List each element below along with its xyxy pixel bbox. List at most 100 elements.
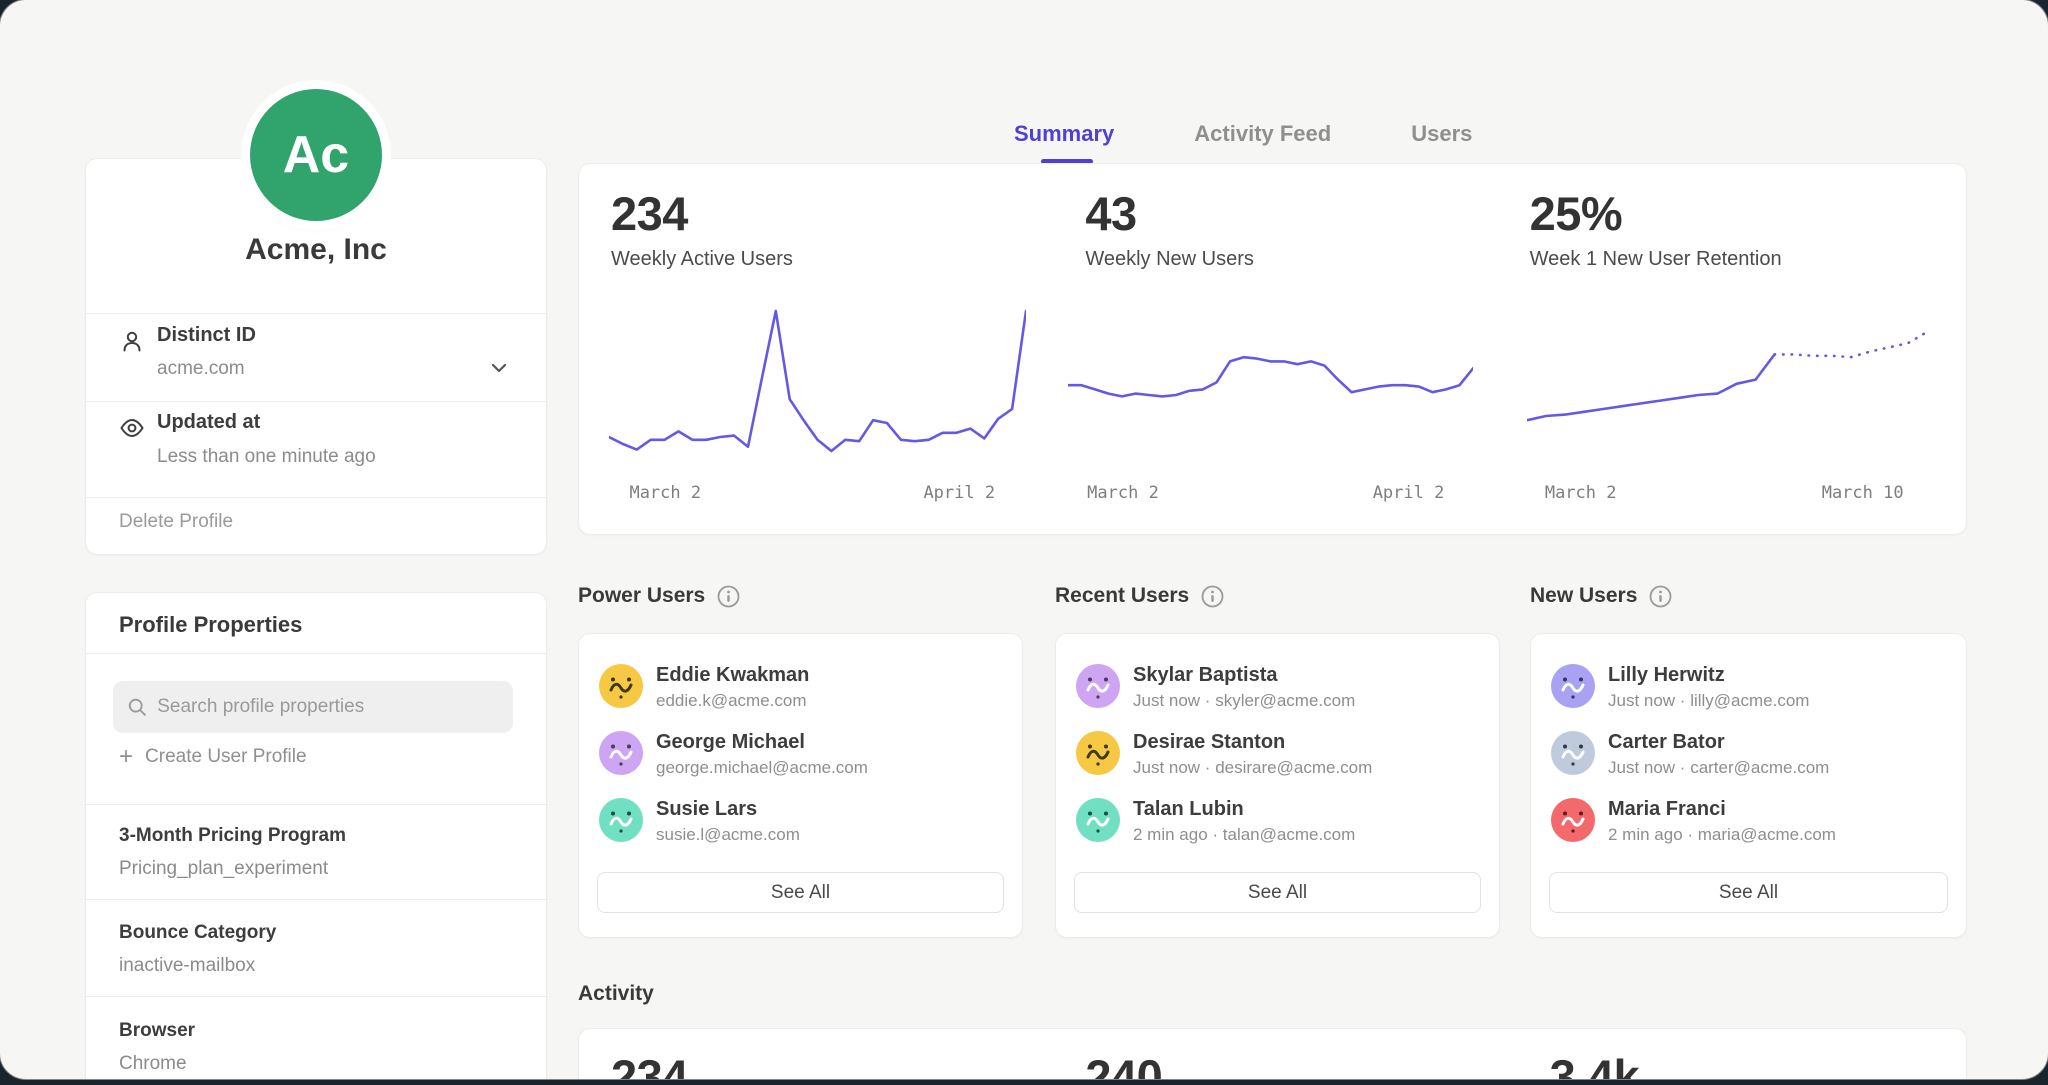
recent-users-card: Skylar Baptista Just now · skyler@acme.co… [1055, 633, 1500, 938]
field-label: Distinct ID [157, 324, 256, 347]
stat-week1-retention: 25% Week 1 New User Retention March 2 Ma… [1510, 164, 1966, 534]
x-axis-tick: April 2 [923, 483, 995, 503]
property-name: 3-Month Pricing Program [119, 825, 346, 847]
activity-stat: 3.4k [1510, 1029, 1966, 1079]
user-name: Carter Bator [1608, 731, 1725, 754]
activity-stats-card: 234 240 3.4k [578, 1028, 1967, 1079]
x-axis-tick: April 2 [1373, 483, 1445, 503]
x-axis-tick: March 2 [629, 483, 701, 503]
user-list-item[interactable]: George Michael george.michael@acme.com [599, 731, 1002, 779]
section-title: Recent Users [1055, 584, 1189, 608]
section-title: New Users [1530, 584, 1637, 608]
user-avatar [1076, 731, 1120, 775]
stat-value: 234 [611, 1049, 688, 1079]
activity-heading: Activity [578, 982, 654, 1006]
divider [86, 497, 546, 498]
user-avatar [1551, 664, 1595, 708]
stat-label: Weekly Active Users [611, 248, 793, 271]
chevron-down-icon[interactable] [488, 357, 510, 379]
user-list-item[interactable]: Susie Lars susie.l@acme.com [599, 798, 1002, 846]
user-name: Desirae Stanton [1133, 731, 1285, 754]
company-avatar: Ac [250, 89, 382, 221]
user-meta: Just now · desirare@acme.com [1133, 758, 1372, 778]
user-list-item[interactable]: Maria Franci 2 min ago · maria@acme.com [1551, 798, 1946, 846]
summary-stats-card: 234 Weekly Active Users March 2 April 2 … [578, 163, 1967, 535]
user-avatar [599, 664, 643, 708]
divider [86, 996, 546, 997]
week1-retention-chart: March 2 March 10 [1527, 306, 1927, 505]
property-name: Bounce Category [119, 922, 276, 944]
dashboard-frame: Ac Acme, Inc Distinct ID acme.com Update… [0, 0, 2048, 1079]
info-icon[interactable] [1201, 585, 1224, 608]
person-icon [119, 329, 145, 355]
activity-stat: 240 [1047, 1029, 1509, 1079]
user-avatar [1551, 731, 1595, 775]
eye-icon [119, 415, 145, 441]
weekly-active-users-chart: March 2 April 2 [609, 306, 1026, 505]
stat-value: 3.4k [1550, 1049, 1639, 1079]
user-avatar [599, 731, 643, 775]
tab-users[interactable]: Users [1411, 121, 1472, 147]
search-icon [127, 696, 147, 718]
user-meta: eddie.k@acme.com [656, 691, 807, 711]
user-list-item[interactable]: Talan Lubin2 min ago · talan@acme.com [1076, 798, 1479, 846]
x-axis-tick: March 2 [1545, 483, 1617, 503]
see-all-button[interactable]: See All [1074, 872, 1481, 913]
stat-value: 234 [611, 186, 688, 241]
new-users-heading: New Users [1530, 584, 1672, 608]
main-tabs: Summary Activity Feed Users [1014, 121, 1472, 147]
see-all-button[interactable]: See All [1549, 872, 1948, 913]
new-users-card: Lilly HerwitzJust now · lilly@acme.com Ca… [1530, 633, 1967, 938]
plus-icon: + [119, 745, 133, 769]
user-meta: 2 min ago · maria@acme.com [1608, 825, 1836, 845]
user-name: Lilly Herwitz [1608, 664, 1725, 687]
line-chart [1527, 306, 1927, 456]
divider [86, 804, 546, 805]
recent-users-heading: Recent Users [1055, 584, 1224, 608]
profile-properties-card: Profile Properties + Create User Profile… [85, 592, 547, 1079]
user-name: Maria Franci [1608, 798, 1726, 821]
stat-weekly-active-users: 234 Weekly Active Users March 2 April 2 [579, 164, 1047, 534]
create-user-profile-button[interactable]: + Create User Profile [119, 745, 307, 769]
company-name: Acme, Inc [86, 233, 546, 267]
stat-label: Weekly New Users [1085, 248, 1254, 271]
stat-label: Week 1 New User Retention [1530, 248, 1782, 271]
user-avatar [1076, 798, 1120, 842]
user-list-item[interactable]: Desirae Stanton Just now · desirare@acme.… [1076, 731, 1479, 779]
divider [86, 313, 546, 314]
user-meta: Just now · carter@acme.com [1608, 758, 1829, 778]
user-avatar [1076, 664, 1120, 708]
property-value: Pricing_plan_experiment [119, 858, 328, 880]
section-title: Power Users [578, 584, 705, 608]
activity-stat: 234 [579, 1029, 1047, 1079]
user-name: George Michael [656, 731, 805, 754]
user-list-item[interactable]: Eddie Kwakmaneddie.k@acme.com [599, 664, 1002, 712]
tab-activity-feed[interactable]: Activity Feed [1194, 121, 1331, 147]
user-name: Skylar Baptista [1133, 664, 1278, 687]
user-avatar [1551, 798, 1595, 842]
search-input[interactable] [157, 696, 499, 718]
property-name: Browser [119, 1020, 195, 1042]
user-meta: Just now · skyler@acme.com [1133, 691, 1355, 711]
divider [86, 401, 546, 402]
user-list-item[interactable]: Carter Bator Just now · carter@acme.com [1551, 731, 1946, 779]
stat-value: 25% [1530, 186, 1623, 241]
user-meta: susie.l@acme.com [656, 825, 800, 845]
tab-summary[interactable]: Summary [1014, 121, 1114, 147]
weekly-new-users-chart: March 2 April 2 [1068, 306, 1473, 505]
user-list-item[interactable]: Skylar Baptista Just now · skyler@acme.co… [1076, 664, 1479, 712]
x-axis-tick: March 2 [1087, 483, 1159, 503]
info-icon[interactable] [717, 585, 740, 608]
user-meta: george.michael@acme.com [656, 758, 868, 778]
see-all-button[interactable]: See All [597, 872, 1004, 913]
profile-properties-search[interactable] [113, 681, 513, 733]
user-list-item[interactable]: Lilly HerwitzJust now · lilly@acme.com [1551, 664, 1946, 712]
line-chart [609, 306, 1026, 456]
delete-profile-button[interactable]: Delete Profile [119, 511, 233, 533]
power-users-heading: Power Users [578, 584, 740, 608]
property-value: Chrome [119, 1053, 187, 1075]
info-icon[interactable] [1649, 585, 1672, 608]
user-name: Susie Lars [656, 798, 757, 821]
field-value: Less than one minute ago [157, 446, 376, 468]
user-avatar [599, 798, 643, 842]
